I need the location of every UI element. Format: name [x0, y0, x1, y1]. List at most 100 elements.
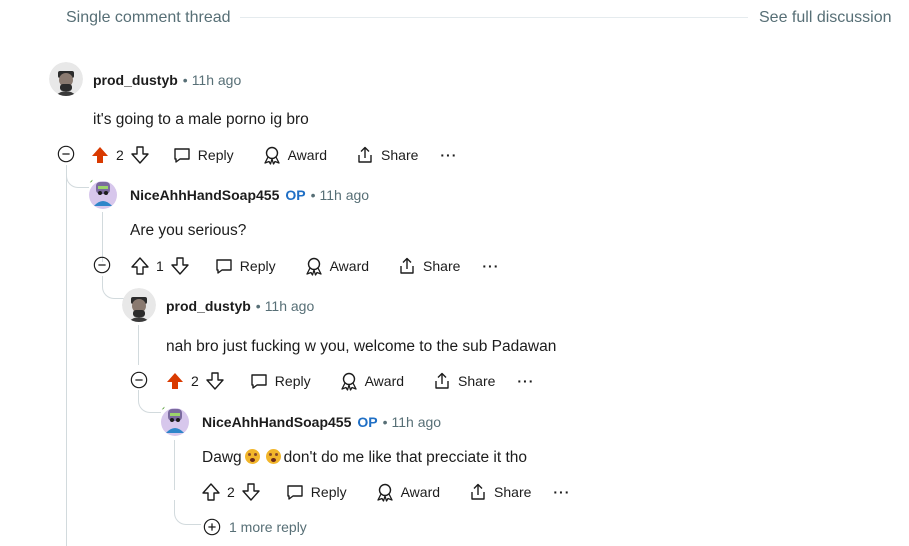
share-icon	[355, 145, 375, 165]
username[interactable]: NiceAhhHandSoap455	[202, 414, 351, 430]
downvote-icon[interactable]	[170, 256, 190, 276]
share-icon	[397, 256, 417, 276]
comment-actions: 1 Reply Award Share ···	[130, 254, 499, 278]
thread-connector	[102, 276, 125, 299]
timestamp[interactable]: 11h ago	[320, 187, 370, 203]
thread-rail-level-3	[174, 440, 175, 490]
avatar[interactable]	[86, 176, 120, 210]
comment-body: nah bro just fucking w you, welcome to t…	[166, 338, 557, 355]
username[interactable]: NiceAhhHandSoap455	[130, 187, 279, 203]
thread-title: Single comment thread	[66, 9, 231, 26]
share-button[interactable]: Share	[432, 371, 495, 391]
comment-actions: 2 Reply Award Share ···	[90, 143, 457, 167]
thread-rail-level-1	[102, 212, 103, 262]
op-badge: OP	[285, 187, 306, 203]
reply-button[interactable]: Reply	[214, 256, 276, 276]
timestamp[interactable]: 11h ago	[192, 72, 242, 88]
award-icon	[375, 482, 395, 502]
separator-dot: •	[182, 72, 188, 88]
comment-icon	[285, 482, 305, 502]
comment-text-start: Dawg	[202, 449, 242, 466]
downvote-icon[interactable]	[130, 145, 150, 165]
vote-count: 1	[156, 258, 164, 274]
vote-count: 2	[191, 373, 199, 389]
username[interactable]: prod_dustyb	[93, 72, 178, 88]
more-options-button[interactable]: ···	[482, 258, 499, 274]
op-badge: OP	[357, 414, 378, 430]
reply-button[interactable]: Reply	[285, 482, 347, 502]
comment-body: Are you serious?	[130, 222, 247, 239]
reply-label: Reply	[197, 147, 234, 163]
award-button[interactable]: Award	[304, 256, 369, 276]
reply-label: Reply	[310, 484, 347, 500]
award-icon	[262, 145, 282, 165]
comment-body: Dawg don't do me like that precciate it t…	[202, 449, 527, 467]
separator-dot: •	[310, 187, 316, 203]
more-options-button[interactable]: ···	[553, 484, 570, 500]
thread-connector	[174, 500, 201, 525]
vote-count: 2	[116, 147, 124, 163]
thread-connector	[66, 165, 89, 188]
avatar[interactable]	[158, 403, 192, 437]
comment-actions: 2 Reply Award Share ···	[165, 369, 534, 393]
more-options-button[interactable]: ···	[440, 147, 457, 163]
award-icon	[304, 256, 324, 276]
share-button[interactable]: Share	[468, 482, 531, 502]
share-button[interactable]: Share	[355, 145, 418, 165]
avatar[interactable]	[122, 288, 156, 322]
reply-button[interactable]: Reply	[249, 371, 311, 391]
award-label: Award	[287, 147, 328, 163]
upvote-icon[interactable]	[130, 256, 150, 276]
collapse-thread-button[interactable]	[57, 145, 75, 163]
share-icon	[468, 482, 488, 502]
reply-label: Reply	[239, 258, 276, 274]
timestamp[interactable]: 11h ago	[392, 414, 442, 430]
comment-icon	[249, 371, 269, 391]
comment-meta: prod_dustyb • 11h ago	[93, 72, 241, 88]
minus-circle-icon	[57, 145, 75, 163]
comment-body: it's going to a male porno ig bro	[93, 111, 309, 128]
award-label: Award	[364, 373, 405, 389]
reply-label: Reply	[274, 373, 311, 389]
more-options-button[interactable]: ···	[517, 373, 534, 389]
avatar[interactable]	[49, 62, 83, 96]
more-replies-button[interactable]: 1 more reply	[203, 518, 307, 536]
upvote-icon[interactable]	[201, 482, 221, 502]
separator-dot: •	[255, 298, 261, 314]
award-button[interactable]: Award	[339, 371, 404, 391]
screaming-emoji	[265, 449, 281, 464]
minus-circle-icon	[130, 371, 148, 389]
award-label: Award	[329, 258, 370, 274]
vote-count: 2	[227, 484, 235, 500]
minus-circle-icon	[93, 256, 111, 274]
upvote-icon[interactable]	[165, 371, 185, 391]
comment-actions: 2 Reply Award Share ···	[201, 480, 570, 504]
share-label: Share	[381, 147, 419, 163]
timestamp[interactable]: 11h ago	[265, 298, 315, 314]
separator-dot: •	[382, 414, 388, 430]
share-button[interactable]: Share	[397, 256, 460, 276]
username[interactable]: prod_dustyb	[166, 298, 251, 314]
downvote-icon[interactable]	[241, 482, 261, 502]
comment-meta: NiceAhhHandSoap455 OP • 11h ago	[130, 187, 369, 203]
thread-connector	[138, 390, 161, 413]
award-label: Award	[400, 484, 441, 500]
share-icon	[432, 371, 452, 391]
comment-meta: NiceAhhHandSoap455 OP • 11h ago	[202, 414, 441, 430]
plus-circle-icon	[203, 518, 221, 536]
more-replies-label: 1 more reply	[229, 519, 307, 535]
comment-icon	[172, 145, 192, 165]
comment-text-end: don't do me like that precciate it tho	[283, 449, 527, 466]
reply-button[interactable]: Reply	[172, 145, 234, 165]
comment-meta: prod_dustyb • 11h ago	[166, 298, 314, 314]
upvote-icon[interactable]	[90, 145, 110, 165]
award-button[interactable]: Award	[262, 145, 327, 165]
collapse-thread-button[interactable]	[130, 371, 148, 389]
award-button[interactable]: Award	[375, 482, 440, 502]
downvote-icon[interactable]	[205, 371, 225, 391]
collapse-thread-button[interactable]	[93, 256, 111, 274]
see-full-discussion-link[interactable]: See full discussion	[759, 9, 892, 27]
screaming-emoji	[244, 449, 260, 464]
share-label: Share	[423, 258, 461, 274]
header-divider	[240, 17, 748, 18]
